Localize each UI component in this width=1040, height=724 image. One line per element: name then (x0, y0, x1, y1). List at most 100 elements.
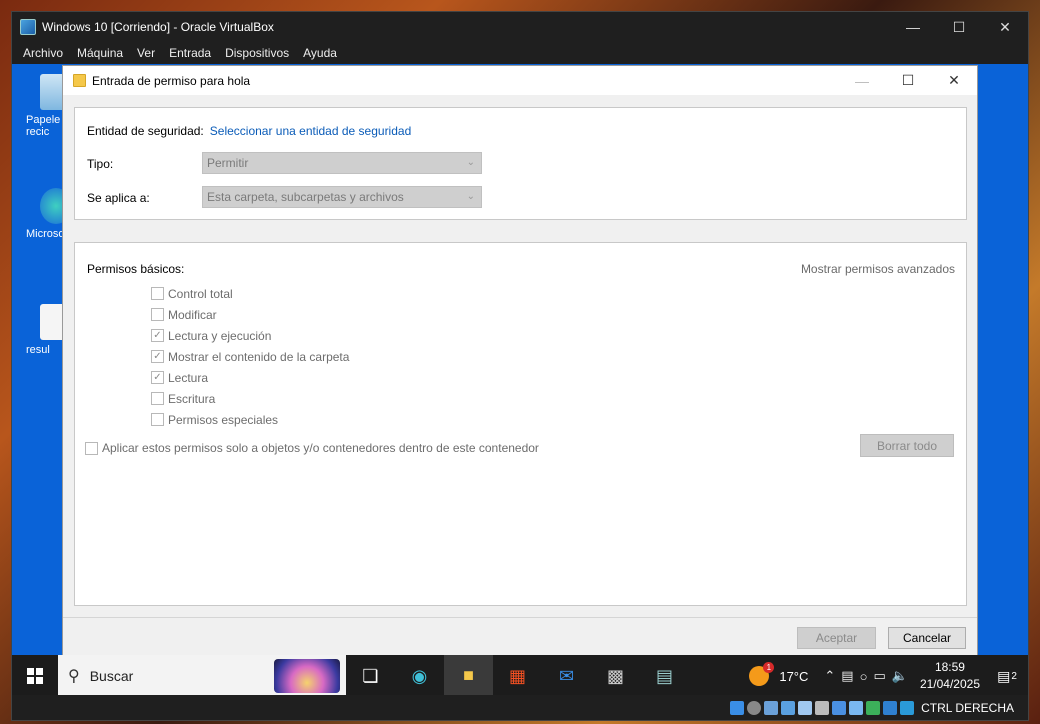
checkbox-checked[interactable]: ✓ (151, 329, 164, 342)
network-status-icon[interactable] (781, 700, 796, 715)
notification-icon: ▤ (997, 667, 1011, 684)
permission-write[interactable]: Escritura (151, 388, 349, 409)
dialog-maximize-button[interactable]: ☐ (885, 72, 931, 89)
desktop-icon-label: Microso (26, 228, 65, 240)
weather-widget[interactable]: 1 17°C (749, 662, 809, 686)
permission-read-execute[interactable]: ✓ Lectura y ejecución (151, 325, 349, 346)
menu-entrada[interactable]: Entrada (162, 46, 218, 60)
menu-ver[interactable]: Ver (130, 46, 162, 60)
taskbar-mail[interactable]: ✉ (542, 655, 591, 695)
clock-time: 18:59 (934, 660, 965, 674)
desktop-icon-label: resul (26, 344, 50, 356)
principal-panel: Entidad de seguridad: Seleccionar una en… (74, 107, 967, 220)
permission-entry-dialog: Entrada de permiso para hola — ☐ ✕ Entid… (62, 65, 978, 656)
clear-all-button[interactable]: Borrar todo (860, 434, 954, 457)
taskbar-app-1[interactable]: ▩ (591, 655, 640, 695)
taskbar-search-box[interactable]: ⚲ Buscar (58, 655, 346, 695)
checkbox[interactable] (85, 441, 98, 455)
device-icon[interactable]: ▤ (841, 668, 853, 684)
checkbox-checked[interactable]: ✓ (151, 350, 164, 363)
checkbox[interactable] (151, 308, 164, 321)
recording-icon[interactable] (849, 700, 864, 715)
type-label: Tipo: (87, 157, 114, 171)
type-dropdown[interactable]: Permitir ⌄ (202, 152, 482, 174)
edge-icon: ◉ (411, 665, 428, 686)
checkbox-checked[interactable]: ✓ (151, 371, 164, 384)
checkbox[interactable] (151, 287, 164, 300)
folder-icon (73, 74, 86, 87)
applies-dropdown-value: Esta carpeta, subcarpetas y archivos (207, 190, 404, 204)
menu-ayuda[interactable]: Ayuda (296, 46, 344, 60)
menu-maquina[interactable]: Máquina (70, 46, 130, 60)
applies-row: Se aplica a: (87, 191, 150, 205)
network-icon[interactable]: ▭ (873, 668, 885, 684)
usb-icon[interactable] (798, 700, 813, 715)
temperature: 17°C (779, 668, 809, 684)
app-icon: ▩ (606, 665, 624, 686)
taskbar-file-explorer[interactable]: ■ (444, 655, 493, 695)
desktop-icon-label: Papele recic (26, 114, 61, 138)
permission-read[interactable]: ✓ Lectura (151, 367, 349, 388)
permission-list: Control total Modificar ✓ Lectura y ejec… (151, 283, 349, 430)
dialog-close-button[interactable]: ✕ (931, 72, 977, 89)
host-window-title: Windows 10 [Corriendo] - Oracle VirtualB… (42, 20, 274, 34)
virtualbox-icon (20, 19, 36, 35)
notification-center-button[interactable]: ▤ 2 (992, 668, 1022, 685)
display-icon[interactable] (832, 700, 847, 715)
clock[interactable]: 18:59 21/04/2025 (920, 659, 980, 693)
optical-drive-icon[interactable] (747, 700, 762, 715)
ok-button[interactable]: Aceptar (797, 627, 876, 649)
apply-only-label: Aplicar estos permisos solo a objetos y/… (102, 441, 539, 455)
permission-full-control[interactable]: Control total (151, 283, 349, 304)
permission-list-folder[interactable]: ✓ Mostrar el contenido de la carpeta (151, 346, 349, 367)
menu-archivo[interactable]: Archivo (16, 46, 70, 60)
weather-sun-icon: 1 (749, 662, 775, 686)
permission-special[interactable]: Permisos especiales (151, 409, 349, 430)
permission-modify[interactable]: Modificar (151, 304, 349, 325)
principal-row: Entidad de seguridad: Seleccionar una en… (87, 124, 411, 138)
start-button[interactable] (12, 655, 58, 695)
applies-label: Se aplica a: (87, 191, 150, 205)
shared-folder-icon[interactable] (815, 700, 830, 715)
host-menubar: Archivo Máquina Ver Entrada Dispositivos… (12, 42, 1028, 64)
checkbox[interactable] (151, 392, 164, 405)
host-maximize-button[interactable]: ☐ (936, 12, 982, 42)
hard-disk-icon[interactable] (730, 700, 745, 715)
apply-only-inside-option[interactable]: Aplicar estos permisos solo a objetos y/… (85, 441, 539, 455)
mail-icon: ✉ (558, 665, 575, 686)
store-icon: ▦ (508, 665, 526, 686)
permission-label: Mostrar el contenido de la carpeta (168, 349, 350, 364)
search-icon: ⚲ (68, 668, 80, 685)
cpu-icon[interactable] (866, 700, 881, 715)
permission-label: Lectura (168, 370, 209, 385)
taskbar-app-2[interactable]: ▤ (640, 655, 689, 695)
taskbar-store[interactable]: ▦ (493, 655, 542, 695)
menu-dispositivos[interactable]: Dispositivos (218, 46, 296, 60)
permission-label: Lectura y ejecución (168, 328, 272, 343)
host-close-button[interactable]: ✕ (982, 12, 1028, 42)
power-icon[interactable]: ○ (860, 669, 868, 684)
volume-icon[interactable]: 🔈 (892, 668, 908, 684)
permissions-panel: Permisos básicos: Mostrar permisos avanz… (74, 242, 967, 606)
audio-icon[interactable] (764, 700, 779, 715)
search-placeholder: Buscar (89, 668, 134, 684)
select-principal-link[interactable]: Seleccionar una entidad de seguridad (210, 124, 411, 138)
clock-date: 21/04/2025 (919, 677, 980, 691)
task-view-button[interactable]: ❏ (346, 655, 395, 695)
checkbox[interactable] (151, 413, 164, 426)
host-minimize-button[interactable]: — (890, 12, 936, 42)
basic-permissions-label: Permisos básicos: (87, 262, 185, 276)
type-dropdown-value: Permitir (207, 156, 249, 170)
notification-count: 2 (1011, 670, 1017, 682)
chevron-up-icon[interactable]: ⌃ (824, 668, 835, 684)
keyboard-capture-icon[interactable] (900, 700, 915, 715)
applies-to-dropdown[interactable]: Esta carpeta, subcarpetas y archivos ⌄ (202, 186, 482, 208)
taskbar-edge[interactable]: ◉ (395, 655, 444, 695)
host-status-bar: CTRL DERECHA (12, 695, 1028, 720)
guest-taskbar: ⚲ Buscar ❏ ◉ ■ ▦ ✉ ▩ ▤ 1 17°C ⌃ ▤ ○ ▭ 🔈 (12, 655, 1028, 695)
type-row: Tipo: (87, 157, 113, 171)
show-advanced-permissions-link[interactable]: Mostrar permisos avanzados (801, 262, 955, 276)
footer-divider (63, 617, 977, 618)
mouse-integration-icon[interactable] (883, 700, 898, 715)
cancel-button[interactable]: Cancelar (888, 627, 966, 649)
